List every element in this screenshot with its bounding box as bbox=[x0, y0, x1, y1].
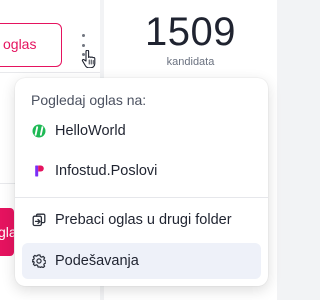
infostud-logo-icon bbox=[32, 164, 46, 178]
menu-item-label: Podešavanja bbox=[55, 253, 139, 269]
ad-button[interactable]: oglas bbox=[0, 23, 62, 67]
move-folder-icon bbox=[32, 213, 46, 227]
menu-item-helloworld[interactable]: HelloWorld bbox=[22, 113, 261, 149]
hand-cursor-icon bbox=[81, 50, 96, 68]
candidate-count-label: kandidata bbox=[166, 56, 215, 68]
menu-item-label: Infostud.Poslovi bbox=[55, 163, 158, 179]
menu-item-label: HelloWorld bbox=[55, 123, 126, 139]
menu-divider bbox=[15, 197, 268, 198]
candidate-count: 1509 bbox=[145, 10, 236, 54]
ad-options-menu: Pogledaj oglas na: HelloWorld Infostud.P… bbox=[15, 78, 268, 286]
menu-item-settings[interactable]: Podešavanja bbox=[22, 243, 261, 279]
menu-item-infostud[interactable]: Infostud.Poslovi bbox=[22, 153, 261, 189]
menu-item-move-folder[interactable]: Prebaci oglas u drugi folder bbox=[22, 202, 261, 238]
menu-item-label: Prebaci oglas u drugi folder bbox=[55, 212, 232, 228]
menu-heading: Pogledaj oglas na: bbox=[31, 92, 147, 108]
gear-icon bbox=[32, 254, 46, 268]
ad-action-button[interactable]: gla bbox=[0, 208, 14, 256]
helloworld-logo-icon bbox=[32, 124, 46, 138]
divider bbox=[0, 72, 100, 73]
